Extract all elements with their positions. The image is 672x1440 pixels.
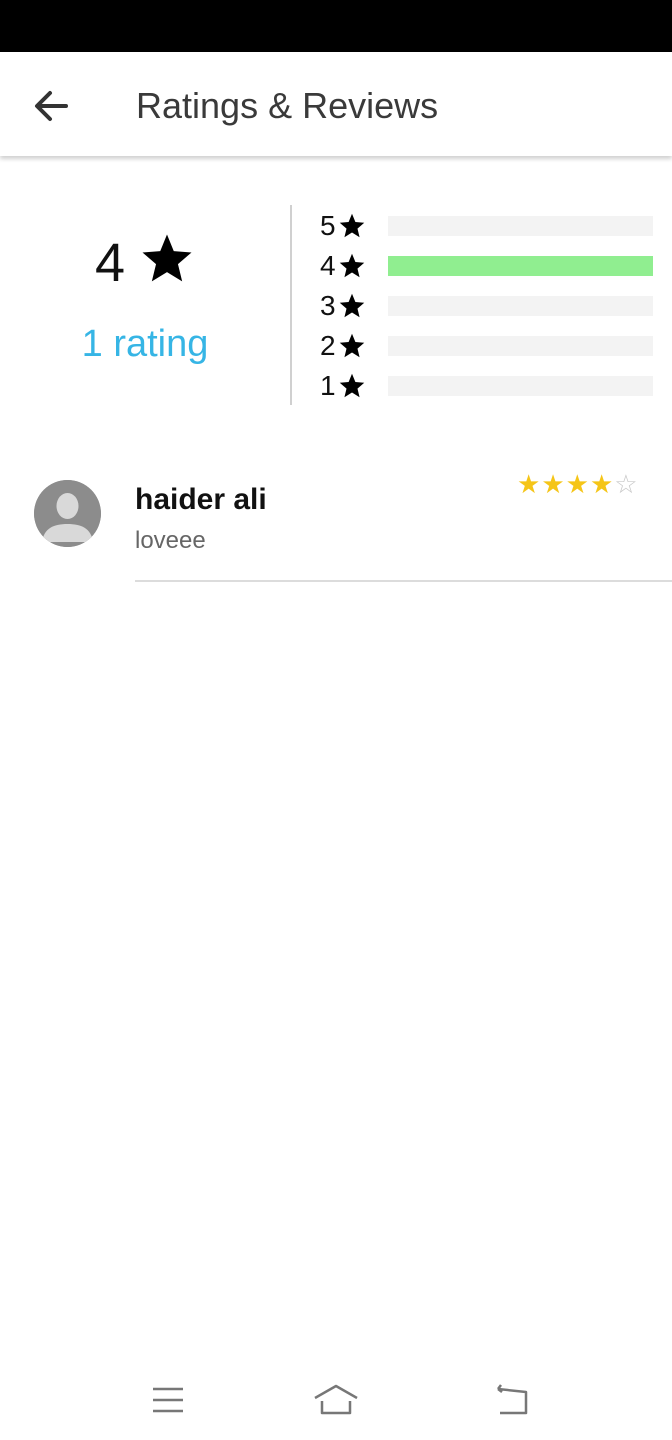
bar-track bbox=[388, 216, 653, 236]
page-title: Ratings & Reviews bbox=[136, 85, 439, 126]
app-bar: Ratings & Reviews bbox=[0, 52, 672, 156]
bar-track bbox=[388, 376, 653, 396]
bar-label: 1 bbox=[320, 370, 336, 401]
system-back-button[interactable] bbox=[488, 1380, 536, 1420]
rating-bar-row: 5 bbox=[320, 206, 660, 246]
avatar bbox=[34, 480, 101, 547]
home-button[interactable] bbox=[312, 1380, 360, 1420]
menu-button[interactable] bbox=[144, 1380, 192, 1420]
summary-divider bbox=[290, 205, 292, 405]
rating-bar-row: 3 bbox=[320, 286, 660, 326]
review-item[interactable]: haider ali loveee ★ ★ ★ ★ ☆ bbox=[0, 470, 672, 582]
menu-icon bbox=[153, 1387, 183, 1413]
star-icon bbox=[339, 253, 364, 278]
rating-summary: 4 1 rating 5 4 3 2 1 bbox=[0, 200, 672, 410]
home-icon bbox=[314, 1384, 358, 1415]
rating-count: 1 rating bbox=[81, 323, 209, 365]
rating-distribution: 5 4 3 2 1 bbox=[320, 206, 660, 406]
status-bar bbox=[0, 0, 672, 52]
system-nav-bar bbox=[0, 1360, 672, 1440]
bar-label: 5 bbox=[320, 210, 336, 241]
back-icon bbox=[497, 1384, 528, 1415]
bar-fill bbox=[388, 256, 653, 276]
rating-bar-row: 4 bbox=[320, 246, 660, 286]
star-filled-icon: ★ bbox=[517, 469, 541, 499]
average-rating-value: 4 bbox=[94, 233, 126, 293]
star-icon bbox=[142, 234, 192, 282]
arrow-left-icon bbox=[35, 91, 68, 121]
star-icon bbox=[339, 373, 364, 398]
star-filled-icon: ★ bbox=[541, 469, 565, 499]
star-icon bbox=[339, 293, 364, 318]
rating-bar-row: 1 bbox=[320, 366, 660, 406]
star-filled-icon: ★ bbox=[589, 469, 614, 499]
bar-label: 4 bbox=[320, 250, 336, 281]
star-empty-icon: ☆ bbox=[614, 469, 638, 499]
review-text: loveee bbox=[135, 527, 206, 554]
bar-track bbox=[388, 256, 653, 276]
reviewer-name: haider ali bbox=[135, 483, 267, 516]
back-button[interactable] bbox=[28, 82, 76, 130]
review-star-rating: ★ ★ ★ ★ ☆ bbox=[517, 470, 638, 498]
bar-track bbox=[388, 336, 653, 356]
bar-label: 2 bbox=[320, 330, 336, 361]
person-silhouette-icon bbox=[34, 480, 101, 547]
rating-bar-row: 2 bbox=[320, 326, 660, 366]
star-filled-icon: ★ bbox=[565, 469, 589, 499]
star-icon bbox=[339, 333, 364, 358]
average-rating-block: 4 1 rating bbox=[0, 220, 290, 368]
bar-label: 3 bbox=[320, 290, 336, 321]
star-icon bbox=[339, 213, 364, 238]
bar-track bbox=[388, 296, 653, 316]
review-divider bbox=[135, 580, 672, 582]
